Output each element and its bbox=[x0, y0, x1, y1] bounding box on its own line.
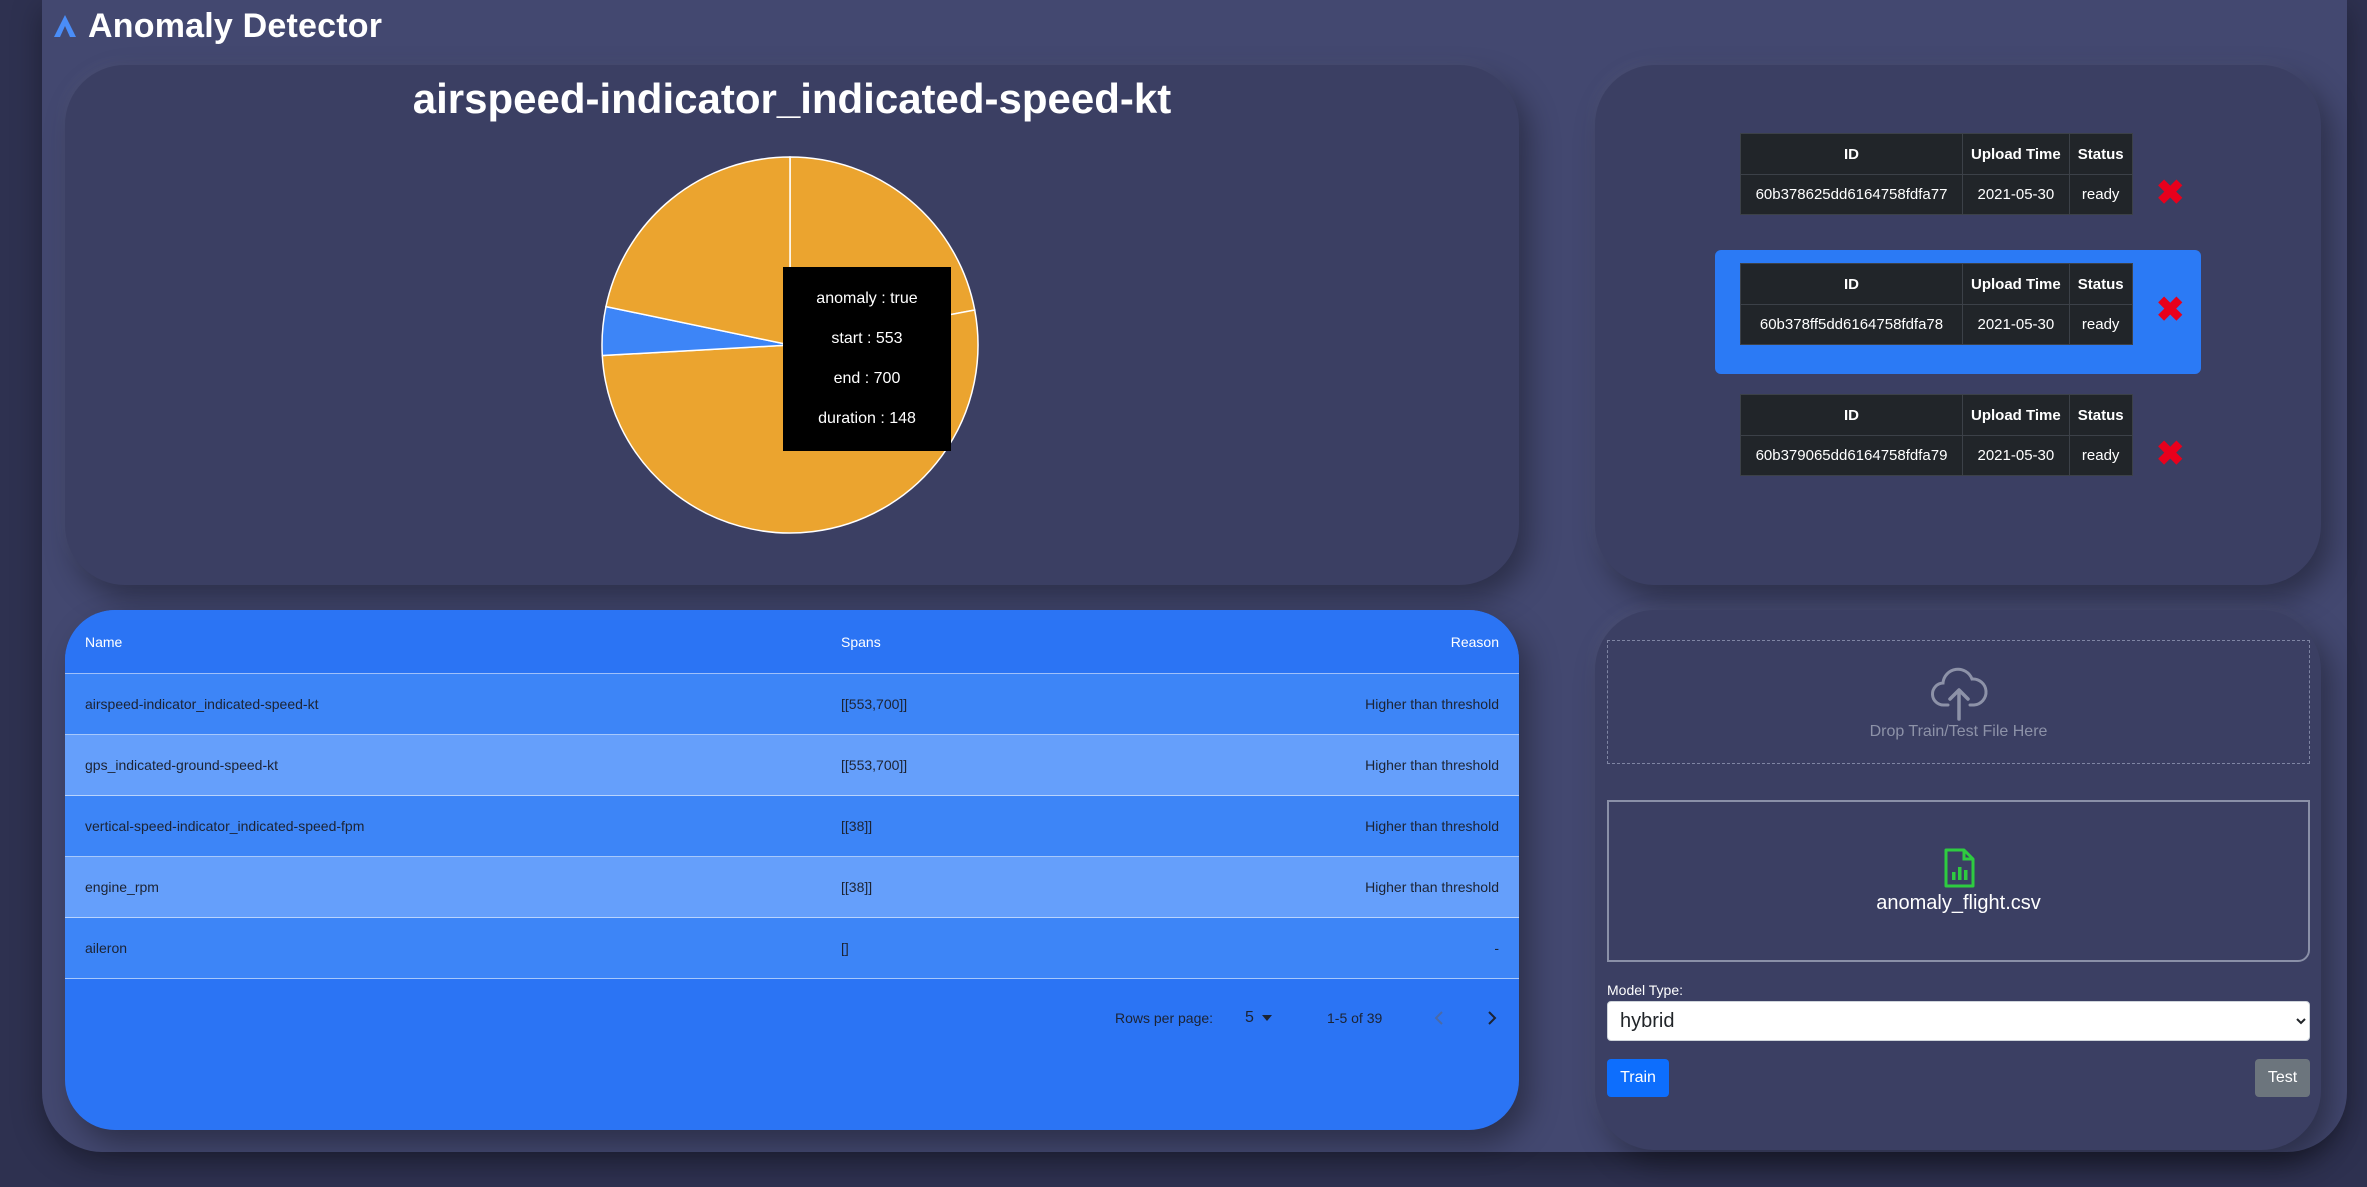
cell-reason: Higher than threshold bbox=[1365, 696, 1499, 712]
cell-spans: [[38]] bbox=[841, 879, 873, 895]
model-header-upload-time: Upload Time bbox=[1962, 133, 2070, 175]
table-row[interactable]: engine_rpm [[38]] Higher than threshold bbox=[65, 857, 1519, 918]
chart-tooltip: anomaly : true start : 553 end : 700 dur… bbox=[783, 267, 951, 451]
model-table: ID Upload Time Status 60b378ff5dd6164758… bbox=[1740, 263, 2133, 345]
cell-spans: [] bbox=[841, 940, 849, 956]
rows-per-page-label: Rows per page: bbox=[1115, 1010, 1214, 1026]
table-row[interactable]: gps_indicated-ground-speed-kt [[553,700]… bbox=[65, 735, 1519, 796]
tooltip-line: duration : 148 bbox=[818, 410, 916, 427]
model-upload-time: 2021-05-30 bbox=[1962, 174, 2070, 215]
app-title: Anomaly Detector bbox=[88, 6, 383, 45]
models-card: ID Upload Time Status 60b378625dd6164758… bbox=[1595, 65, 2321, 585]
cell-name: gps_indicated-ground-speed-kt bbox=[85, 757, 279, 773]
spreadsheet-file-icon bbox=[1944, 848, 1974, 887]
model-header-status: Status bbox=[2068, 263, 2133, 305]
logo-icon bbox=[54, 15, 76, 37]
model-id: 60b378625dd6164758fdfa77 bbox=[1740, 174, 1963, 215]
model-item[interactable]: ID Upload Time Status 60b379065dd6164758… bbox=[1740, 394, 2185, 476]
model-table: ID Upload Time Status 60b379065dd6164758… bbox=[1740, 394, 2133, 476]
model-id: 60b379065dd6164758fdfa79 bbox=[1740, 435, 1963, 476]
cell-spans: [[38]] bbox=[841, 818, 873, 834]
model-status: ready bbox=[2068, 304, 2133, 345]
delete-model-icon[interactable]: ✖ bbox=[2156, 176, 2185, 210]
table-row[interactable]: airspeed-indicator_indicated-speed-kt [[… bbox=[65, 674, 1519, 735]
model-header-upload-time: Upload Time bbox=[1962, 263, 2070, 305]
tooltip-line: start : 553 bbox=[831, 330, 903, 347]
model-header-status: Status bbox=[2068, 133, 2133, 175]
dropzone-label: Drop Train/Test File Here bbox=[1869, 723, 2048, 740]
cell-reason: Higher than threshold bbox=[1365, 879, 1499, 895]
test-button[interactable]: Test bbox=[2255, 1059, 2310, 1097]
file-dropzone[interactable]: Drop Train/Test File Here bbox=[1607, 640, 2310, 764]
model-upload-time: 2021-05-30 bbox=[1962, 304, 2070, 345]
prev-page-button[interactable] bbox=[1433, 996, 1445, 1040]
model-header-id: ID bbox=[1740, 263, 1963, 305]
chevron-right-icon bbox=[1488, 1011, 1497, 1025]
header-spans[interactable]: Spans bbox=[841, 610, 881, 673]
model-item-selected[interactable]: ID Upload Time Status 60b378ff5dd6164758… bbox=[1715, 250, 2201, 374]
rows-per-page-value: 5 bbox=[1245, 1009, 1254, 1026]
train-button[interactable]: Train bbox=[1607, 1059, 1669, 1097]
cell-name: aileron bbox=[85, 940, 128, 956]
model-item[interactable]: ID Upload Time Status 60b378625dd6164758… bbox=[1740, 133, 2185, 215]
chevron-left-icon bbox=[1434, 1011, 1443, 1025]
table-row[interactable]: vertical-speed-indicator_indicated-speed… bbox=[65, 796, 1519, 857]
delete-model-icon[interactable]: ✖ bbox=[2156, 293, 2185, 327]
anomalies-table: Name Spans Reason airspeed-indicator_ind… bbox=[65, 610, 1519, 1130]
rows-per-page-select[interactable]: 5 bbox=[1245, 996, 1272, 1040]
chart-card: airspeed-indicator_indicated-speed-kt an… bbox=[65, 65, 1519, 585]
header-name[interactable]: Name bbox=[85, 610, 122, 673]
model-status: ready bbox=[2068, 435, 2133, 476]
table-header-row: Name Spans Reason bbox=[65, 610, 1519, 674]
cell-spans: [[553,700]] bbox=[841, 696, 908, 712]
caret-down-icon bbox=[1261, 1015, 1272, 1021]
delete-model-icon[interactable]: ✖ bbox=[2156, 437, 2185, 471]
cell-reason: - bbox=[1494, 940, 1499, 956]
model-header-id: ID bbox=[1740, 133, 1963, 175]
model-upload-time: 2021-05-30 bbox=[1962, 435, 2070, 476]
model-table: ID Upload Time Status 60b378625dd6164758… bbox=[1740, 133, 2133, 215]
cell-name: vertical-speed-indicator_indicated-speed… bbox=[85, 818, 365, 834]
header-reason[interactable]: Reason bbox=[1451, 610, 1499, 673]
model-type-select[interactable]: hybrid bbox=[1607, 1001, 2310, 1041]
model-status: ready bbox=[2068, 174, 2133, 215]
app-header: Anomaly Detector bbox=[52, 6, 382, 46]
pagination: Rows per page: 5 1-5 of 39 bbox=[65, 996, 1519, 1040]
cell-reason: Higher than threshold bbox=[1365, 757, 1499, 773]
upload-card: Drop Train/Test File Here anomaly_flight… bbox=[1595, 610, 2321, 1150]
selected-file[interactable]: anomaly_flight.csv bbox=[1607, 800, 2310, 962]
model-header-status: Status bbox=[2068, 394, 2133, 436]
next-page-button[interactable] bbox=[1486, 996, 1498, 1040]
model-type-label: Model Type: bbox=[1607, 982, 1684, 998]
page-range: 1-5 of 39 bbox=[1327, 1010, 1383, 1026]
model-id: 60b378ff5dd6164758fdfa78 bbox=[1740, 304, 1963, 345]
tooltip-line: end : 700 bbox=[833, 370, 901, 387]
model-header-upload-time: Upload Time bbox=[1962, 394, 2070, 436]
cell-name: engine_rpm bbox=[85, 879, 159, 895]
table-row[interactable]: aileron [] - bbox=[65, 918, 1519, 979]
cell-name: airspeed-indicator_indicated-speed-kt bbox=[85, 696, 319, 712]
file-name: anomaly_flight.csv bbox=[1876, 891, 2041, 914]
cell-reason: Higher than threshold bbox=[1365, 818, 1499, 834]
model-header-id: ID bbox=[1740, 394, 1963, 436]
cell-spans: [[553,700]] bbox=[841, 757, 908, 773]
cloud-upload-icon bbox=[1930, 667, 1987, 721]
tooltip-line: anomaly : true bbox=[816, 290, 918, 307]
